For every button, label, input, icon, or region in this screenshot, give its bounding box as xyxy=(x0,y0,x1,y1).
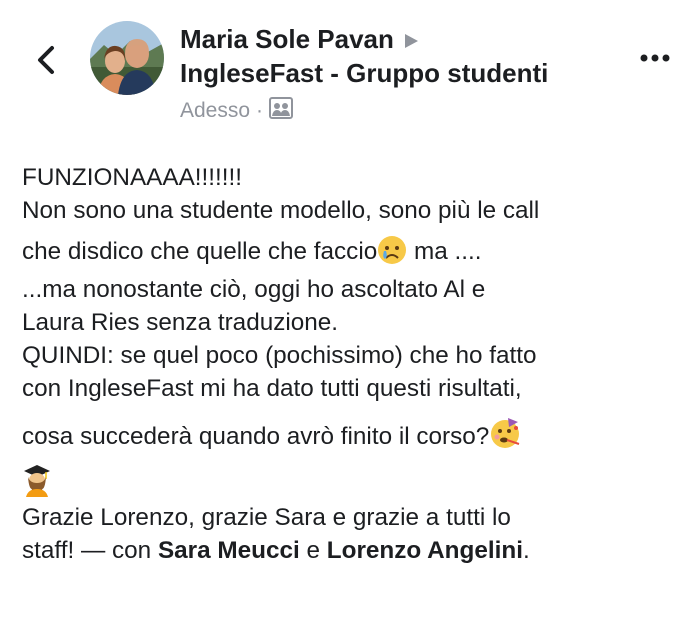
post-line: che disdico che quelle che faccio ma ...… xyxy=(22,228,687,274)
post-line: Grazie Lorenzo, grazie Sara e grazie a t… xyxy=(22,504,511,531)
post-text: e xyxy=(299,537,327,564)
play-arrow-icon xyxy=(402,26,420,57)
post-text: ma .... xyxy=(407,238,482,265)
avatar[interactable] xyxy=(90,21,164,95)
group-audience-icon xyxy=(269,97,294,125)
post-line xyxy=(22,456,687,502)
post-line: QUINDI: se quel poco (pochissimo) che ho… xyxy=(22,342,537,369)
avatar-photo xyxy=(90,21,164,95)
post-line: Non sono una studente modello, sono più … xyxy=(22,197,540,224)
post-line: cosa succederà quando avrò finito il cor… xyxy=(22,406,687,456)
tagged-person-link[interactable]: Lorenzo Angelini xyxy=(327,537,523,564)
party-face-emoji xyxy=(489,416,523,458)
post-line: FUNZIONAAAA!!!!!!! xyxy=(22,164,243,191)
woman-graduate-emoji xyxy=(22,463,52,505)
back-button[interactable] xyxy=(28,40,64,80)
post-text: cosa succederà quando avrò finito il cor… xyxy=(22,423,490,450)
sad-tear-emoji xyxy=(377,235,407,273)
tagged-person-link[interactable]: Sara Meucci xyxy=(158,537,300,564)
more-options-button[interactable] xyxy=(638,46,674,70)
chevron-left-icon xyxy=(38,46,54,74)
group-name[interactable]: IngleseFast - Gruppo studenti xyxy=(180,58,548,89)
post-text: staff! — con xyxy=(22,537,158,564)
post-line: staff! — con Sara Meucci e Lorenzo Angel… xyxy=(22,535,687,568)
meta-separator: · xyxy=(256,99,264,122)
post-line: Laura Ries senza traduzione. xyxy=(22,309,339,336)
post-text: . xyxy=(522,537,530,564)
author-name[interactable]: Maria Sole Pavan xyxy=(180,24,394,54)
more-horizontal-icon xyxy=(640,54,670,62)
post-header: Maria Sole Pavan IngleseFast - Gruppo st… xyxy=(0,0,700,140)
post-line: con IngleseFast mi ha dato tutti questi … xyxy=(22,375,522,402)
post-meta: Adesso · xyxy=(180,97,294,125)
post-line: ...ma nonostante ciò, oggi ho ascoltato … xyxy=(22,276,486,303)
timestamp[interactable]: Adesso xyxy=(180,99,250,123)
author-line: Maria Sole Pavan xyxy=(180,24,420,57)
post-text: che disdico che quelle che faccio xyxy=(22,238,378,265)
post-body: FUNZIONAAAA!!!!!!! Non sono una studente… xyxy=(22,162,687,568)
